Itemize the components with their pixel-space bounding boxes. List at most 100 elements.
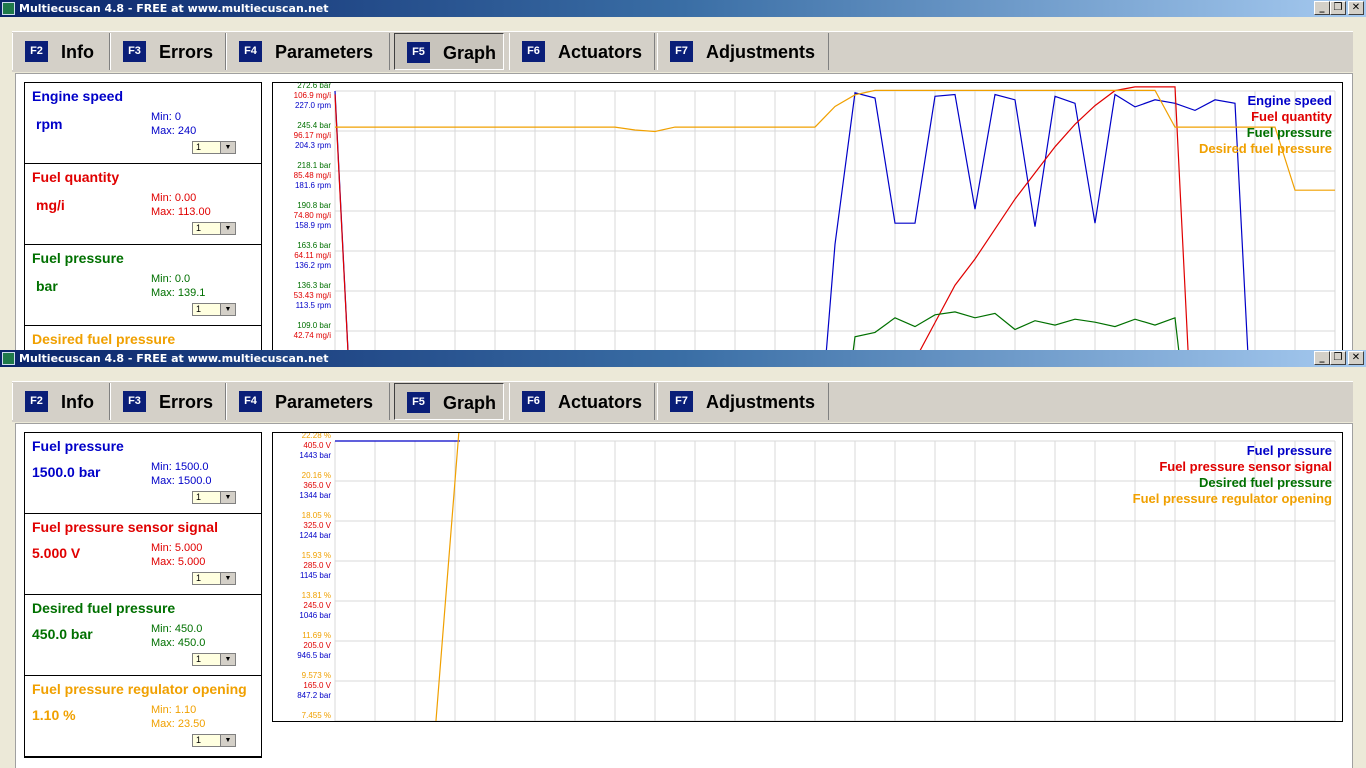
parameter-list: Engine speed rpm Min: 0 Max: 240 1 ▼ Fuel…: [24, 82, 262, 350]
param-name: Fuel pressure: [32, 438, 124, 454]
legend-item: Fuel pressure: [1246, 443, 1332, 458]
function-tabs: F2 Info F3 Errors F4 Parameters F5 Graph F6 A…: [12, 381, 1353, 422]
y-tick-label: 325.0 V: [303, 521, 331, 530]
parameter-list: Fuel pressure 1500.0 bar Min: 1500.0 Max…: [24, 432, 262, 758]
param-min: Min: 5.000: [151, 542, 203, 554]
param-fuel-quantity[interactable]: Fuel quantity mg/i Min: 0.00 Max: 113.00…: [25, 164, 261, 245]
series-line: [435, 433, 460, 721]
chevron-down-icon[interactable]: ▼: [220, 304, 235, 315]
tab-parameters[interactable]: F4 Parameters: [226, 33, 390, 70]
tab-label: Graph: [443, 393, 497, 413]
f2-key-icon: F2: [25, 391, 48, 412]
graph-canvas[interactable]: 22.28 % 405.0 V 1443 bar 20.16 % 365.0 V 1344…: [272, 432, 1343, 722]
f2-key-icon: F2: [25, 41, 48, 62]
y-tick-label: 163.6 bar: [297, 241, 331, 250]
window-title: Multiecuscan 4.8 - FREE at www.multiecus…: [19, 352, 329, 365]
param-name: Fuel pressure sensor signal: [32, 519, 218, 535]
tab-info[interactable]: F2 Info: [12, 33, 110, 70]
f7-key-icon: F7: [670, 391, 693, 412]
scale-value: 1: [196, 573, 202, 583]
tab-label: Actuators: [558, 42, 643, 62]
legend-item: Desired fuel pressure: [1199, 141, 1332, 156]
param-fuel-pressure[interactable]: Fuel pressure bar Min: 0.0 Max: 139.1 1 ▼: [25, 245, 261, 326]
y-tick-label: 158.9 rpm: [295, 221, 331, 230]
param-desired-fuel-pressure[interactable]: Desired fuel pressure 450.0 bar Min: 450…: [25, 595, 261, 676]
y-tick-label: 165.0 V: [303, 681, 331, 690]
tab-errors[interactable]: F3 Errors: [110, 383, 226, 420]
scale-select[interactable]: 1 ▼: [192, 572, 236, 585]
tab-label: Actuators: [558, 392, 643, 412]
minimize-button[interactable]: _: [1314, 351, 1330, 365]
tab-graph[interactable]: F5 Graph: [394, 33, 504, 70]
y-tick-label: 1046 bar: [299, 611, 331, 620]
y-tick-label: 204.3 rpm: [295, 141, 331, 150]
close-button[interactable]: ✕: [1348, 1, 1364, 15]
scale-value: 1: [196, 654, 202, 664]
minimize-button[interactable]: _: [1314, 1, 1330, 15]
tab-parameters[interactable]: F4 Parameters: [226, 383, 390, 420]
tab-label: Info: [61, 42, 94, 62]
tab-actuators[interactable]: F6 Actuators: [509, 33, 655, 70]
param-fuel-pressure[interactable]: Fuel pressure 1500.0 bar Min: 1500.0 Max…: [25, 433, 261, 514]
y-tick-label: 18.05 %: [302, 511, 331, 520]
y-axis-labels: 22.28 %405.0 V1443 bar 20.16 %365.0 V1344…: [297, 433, 331, 720]
series-line: [335, 89, 1335, 191]
y-tick-label: 1244 bar: [299, 531, 331, 540]
f3-key-icon: F3: [123, 391, 146, 412]
close-button[interactable]: ✕: [1348, 351, 1364, 365]
scale-select[interactable]: 1 ▼: [192, 734, 236, 747]
scale-value: 1: [196, 492, 202, 502]
y-tick-label: 1145 bar: [300, 571, 331, 580]
restore-button[interactable]: ❒: [1330, 351, 1346, 365]
tab-graph[interactable]: F5 Graph: [394, 383, 504, 420]
param-fuel-pressure-regulator-opening[interactable]: Fuel pressure regulator opening 1.10 % M…: [25, 676, 261, 757]
chevron-down-icon[interactable]: ▼: [220, 492, 235, 503]
param-min: Min: 1.10: [151, 704, 197, 716]
chevron-down-icon[interactable]: ▼: [220, 735, 235, 746]
scale-select[interactable]: 1 ▼: [192, 653, 236, 666]
legend-item: Fuel pressure sensor signal: [1159, 459, 1332, 474]
scale-select[interactable]: 1 ▼: [192, 141, 236, 154]
y-tick-label: 1443 bar: [299, 451, 331, 460]
param-min: Min: 0.0: [151, 273, 191, 285]
f6-key-icon: F6: [522, 391, 545, 412]
tab-info[interactable]: F2 Info: [12, 383, 110, 420]
param-desired-fuel-pressure[interactable]: Desired fuel pressure: [25, 326, 261, 350]
scale-select[interactable]: 1 ▼: [192, 222, 236, 235]
param-max: Max: 240: [151, 125, 197, 137]
tab-errors[interactable]: F3 Errors: [110, 33, 226, 70]
title-bar[interactable]: Multiecuscan 4.8 - FREE at www.multiecus…: [0, 350, 1366, 367]
tab-adjustments[interactable]: F7 Adjustments: [657, 383, 829, 420]
graph-canvas[interactable]: 272.6 bar 106.9 mg/i 227.0 rpm 245.4 bar 96.…: [272, 82, 1343, 350]
chevron-down-icon[interactable]: ▼: [220, 142, 235, 153]
restore-button[interactable]: ❒: [1330, 1, 1346, 15]
y-tick-label: 218.1 bar: [297, 161, 331, 170]
legend-item: Fuel pressure: [1246, 125, 1332, 140]
scale-select[interactable]: 1 ▼: [192, 491, 236, 504]
y-axis-labels: 272.6 bar106.9 mg/i227.0 rpm 245.4 bar96.…: [294, 83, 332, 340]
scale-select[interactable]: 1 ▼: [192, 303, 236, 316]
y-tick-label: 53.43 mg/i: [294, 291, 332, 300]
chevron-down-icon[interactable]: ▼: [220, 223, 235, 234]
tab-label: Parameters: [275, 42, 374, 62]
grid: [334, 90, 1336, 350]
y-tick-label: 64.11 mg/i: [294, 251, 331, 260]
app-icon: [2, 2, 15, 15]
chevron-down-icon[interactable]: ▼: [220, 654, 235, 665]
chevron-down-icon[interactable]: ▼: [220, 573, 235, 584]
param-name: Desired fuel pressure: [32, 331, 176, 347]
title-bar[interactable]: Multiecuscan 4.8 - FREE at www.multiecus…: [0, 0, 1366, 17]
tab-adjustments[interactable]: F7 Adjustments: [657, 33, 829, 70]
y-tick-label: 181.6 rpm: [295, 181, 331, 190]
f4-key-icon: F4: [239, 391, 262, 412]
tab-label: Adjustments: [706, 42, 816, 62]
tab-actuators[interactable]: F6 Actuators: [509, 383, 655, 420]
param-max: Max: 1500.0: [151, 475, 212, 487]
param-fuel-pressure-sensor-signal[interactable]: Fuel pressure sensor signal 5.000 V Min:…: [25, 514, 261, 595]
param-engine-speed[interactable]: Engine speed rpm Min: 0 Max: 240 1 ▼: [25, 83, 261, 164]
param-max: Max: 450.0: [151, 637, 206, 649]
graph-legend: Fuel pressure Fuel pressure sensor signa…: [1133, 443, 1332, 507]
y-tick-label: 7.455 %: [302, 711, 331, 720]
y-tick-label: 245.4 bar: [297, 121, 331, 130]
legend-item: Desired fuel pressure: [1199, 475, 1332, 490]
